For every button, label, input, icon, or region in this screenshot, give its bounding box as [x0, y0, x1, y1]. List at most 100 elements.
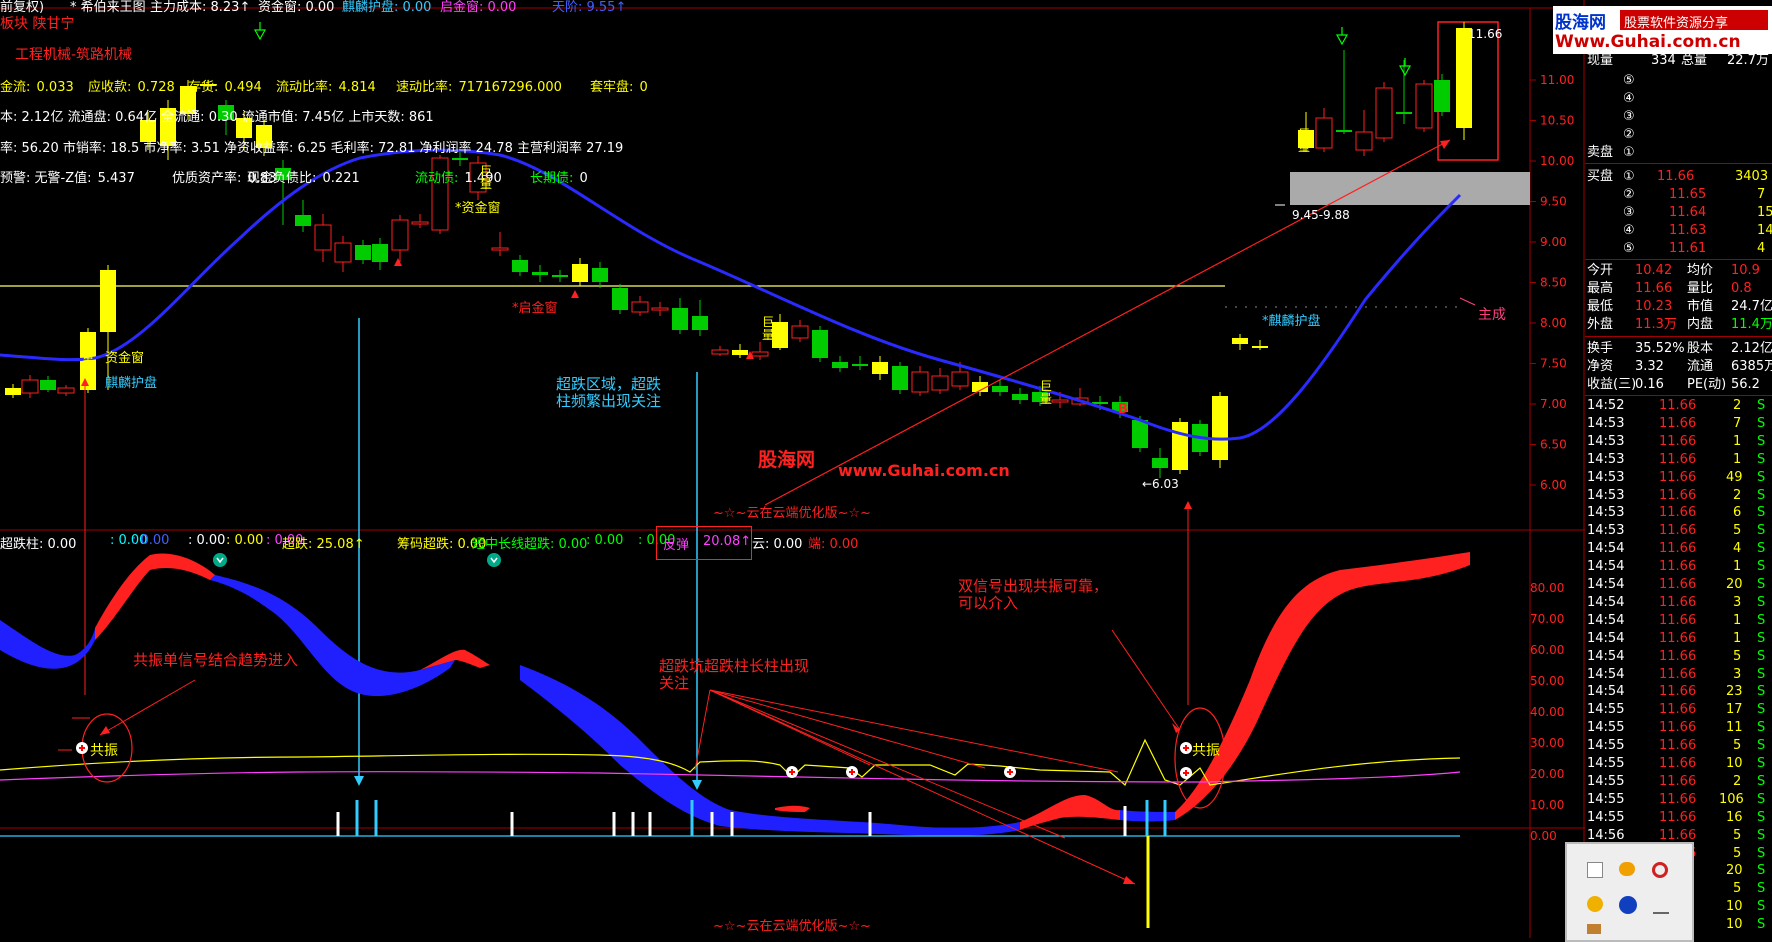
xianliang-label: 现量 [1587, 53, 1614, 68]
arrow-up-icon [571, 290, 579, 298]
finance-value: 0.494 [220, 80, 262, 95]
zongliang-value: 22.7万 [1727, 53, 1769, 68]
tick-side: S [1757, 666, 1766, 682]
tick-volume: 5 [1733, 648, 1742, 664]
tick-side: S [1757, 577, 1766, 592]
candle-body [1456, 28, 1472, 128]
stat-label: 市值 [1687, 299, 1714, 314]
stat-label: 流通 [1687, 359, 1714, 374]
sell-level: ⑤ [1623, 73, 1635, 88]
price-tick-label: 10.50 [1540, 114, 1574, 128]
jubliang-label: 巨量 [1172, 444, 1185, 471]
tick-row: 14:53 11.66 1 S [1585, 433, 1772, 451]
fantan-box[interactable]: 反弹 20.08↑ [656, 526, 752, 560]
flame-icon[interactable] [1619, 862, 1635, 876]
tick-volume: 6 [1733, 505, 1742, 521]
arrow-down-icon [253, 29, 267, 41]
stat-value: 6385万 [1731, 359, 1772, 374]
tick-side: S [1757, 648, 1766, 664]
stat-label: 换手 [1587, 341, 1614, 356]
price-tick-label: 8.50 [1540, 276, 1567, 290]
candle-body [1051, 399, 1069, 403]
note-gongzhen-single: 共振单信号结合趋势进入 [133, 651, 299, 669]
resistance-box [1290, 172, 1530, 205]
toolbar-popup[interactable] [1565, 842, 1694, 942]
header-item: 启金窗: 0.00 [440, 0, 517, 15]
sell-row: ③ [1585, 108, 1772, 126]
tick-volume: 5 [1733, 845, 1742, 861]
candle-body [57, 387, 75, 394]
candle-body [512, 260, 528, 272]
stat-value: 11.4万 [1731, 317, 1772, 332]
tick-time: 14:53 [1587, 433, 1625, 449]
tick-time: 14:53 [1587, 523, 1625, 539]
finance-label: 流动债: [415, 171, 459, 186]
tick-row: 14:53 11.66 2 S [1585, 487, 1772, 505]
buy-level: ③ [1623, 205, 1635, 220]
tick-price: 11.66 [1659, 577, 1697, 592]
tool-icon[interactable] [1587, 924, 1601, 934]
flag-icon[interactable] [1587, 862, 1603, 878]
stat-label: 今开 [1587, 263, 1614, 278]
stat-value: 11.66 [1635, 281, 1673, 296]
candle-body [1152, 458, 1168, 468]
sd-icon[interactable] [1619, 896, 1637, 914]
tick-row: 14:53 11.66 5 S [1585, 522, 1772, 540]
tick-volume: 5 [1733, 523, 1742, 539]
candle-body [372, 244, 388, 262]
tick-side: S [1757, 505, 1766, 521]
candle-body [5, 388, 21, 395]
stat-value: 10.23 [1635, 299, 1673, 314]
stat-row: 换手 35.52% 股本 2.12亿 [1585, 340, 1772, 358]
stat-value: 0.8 [1731, 281, 1752, 296]
finance-value: 4.814 [334, 80, 376, 95]
tick-row: 14:53 11.66 7 S [1585, 415, 1772, 433]
buy-row: 买盘 ① 11.66 3403 [1585, 168, 1772, 186]
candle-body [334, 242, 352, 263]
tick-time: 14:54 [1587, 666, 1625, 682]
tick-price: 11.66 [1659, 648, 1697, 664]
tick-price: 11.66 [1659, 451, 1697, 467]
tick-volume: 20 [1726, 863, 1743, 879]
face-icon[interactable] [1587, 896, 1603, 912]
swirl-icon[interactable] [1652, 862, 1668, 878]
finance-value: 0 [635, 80, 648, 95]
tick-side: S [1757, 702, 1766, 718]
tick-time: 14:55 [1587, 756, 1625, 771]
banner-url: Www.Guhai.com.cn [1555, 32, 1741, 52]
down-arrow-marker [213, 553, 227, 567]
stat-value: 35.52% [1635, 341, 1685, 356]
stat-label: PE(动) [1687, 377, 1727, 392]
stat-label: 最高 [1587, 281, 1614, 296]
candle-body [692, 316, 708, 330]
tick-time: 14:54 [1587, 559, 1625, 575]
finance-item: 现金负债比: 0.221 [247, 167, 362, 186]
tick-price: 11.66 [1659, 720, 1697, 736]
finance-value: 0.221 [318, 171, 360, 186]
xianliang-value: 334 [1651, 53, 1676, 68]
header-item: 资金窗: 0.00 [258, 0, 335, 15]
header-item: * 希伯来王图 [70, 0, 146, 15]
indicator-tick-label: 70.00 [1530, 612, 1564, 626]
tick-time: 14:53 [1587, 487, 1625, 503]
tick-side: S [1757, 684, 1766, 700]
blue-band [0, 620, 95, 669]
tick-price: 11.66 [1659, 398, 1697, 413]
tick-side: S [1757, 630, 1766, 646]
tick-volume: 1 [1733, 630, 1742, 646]
jubliang-label: 巨量 [480, 164, 493, 191]
fantan-value: 20.08↑ [703, 534, 752, 549]
fantan-label: 反弹 [663, 538, 690, 553]
candle-body [1415, 83, 1433, 129]
tick-volume: 10 [1726, 917, 1743, 933]
tick-time: 14:53 [1587, 469, 1625, 485]
signal-bars-icon[interactable] [1653, 898, 1669, 914]
finance-item: 存货: 0.494 [188, 76, 264, 95]
stat-label: 量比 [1687, 281, 1714, 296]
guhai-banner[interactable]: 股海网 股票软件资源分享 Www.Guhai.com.cn [1553, 6, 1772, 54]
candle-body [672, 308, 688, 330]
jubliang-label: 巨量 [1040, 379, 1053, 406]
tick-volume: 16 [1726, 809, 1743, 825]
candle-body [40, 380, 56, 390]
stat-value: 3.32 [1635, 359, 1664, 374]
